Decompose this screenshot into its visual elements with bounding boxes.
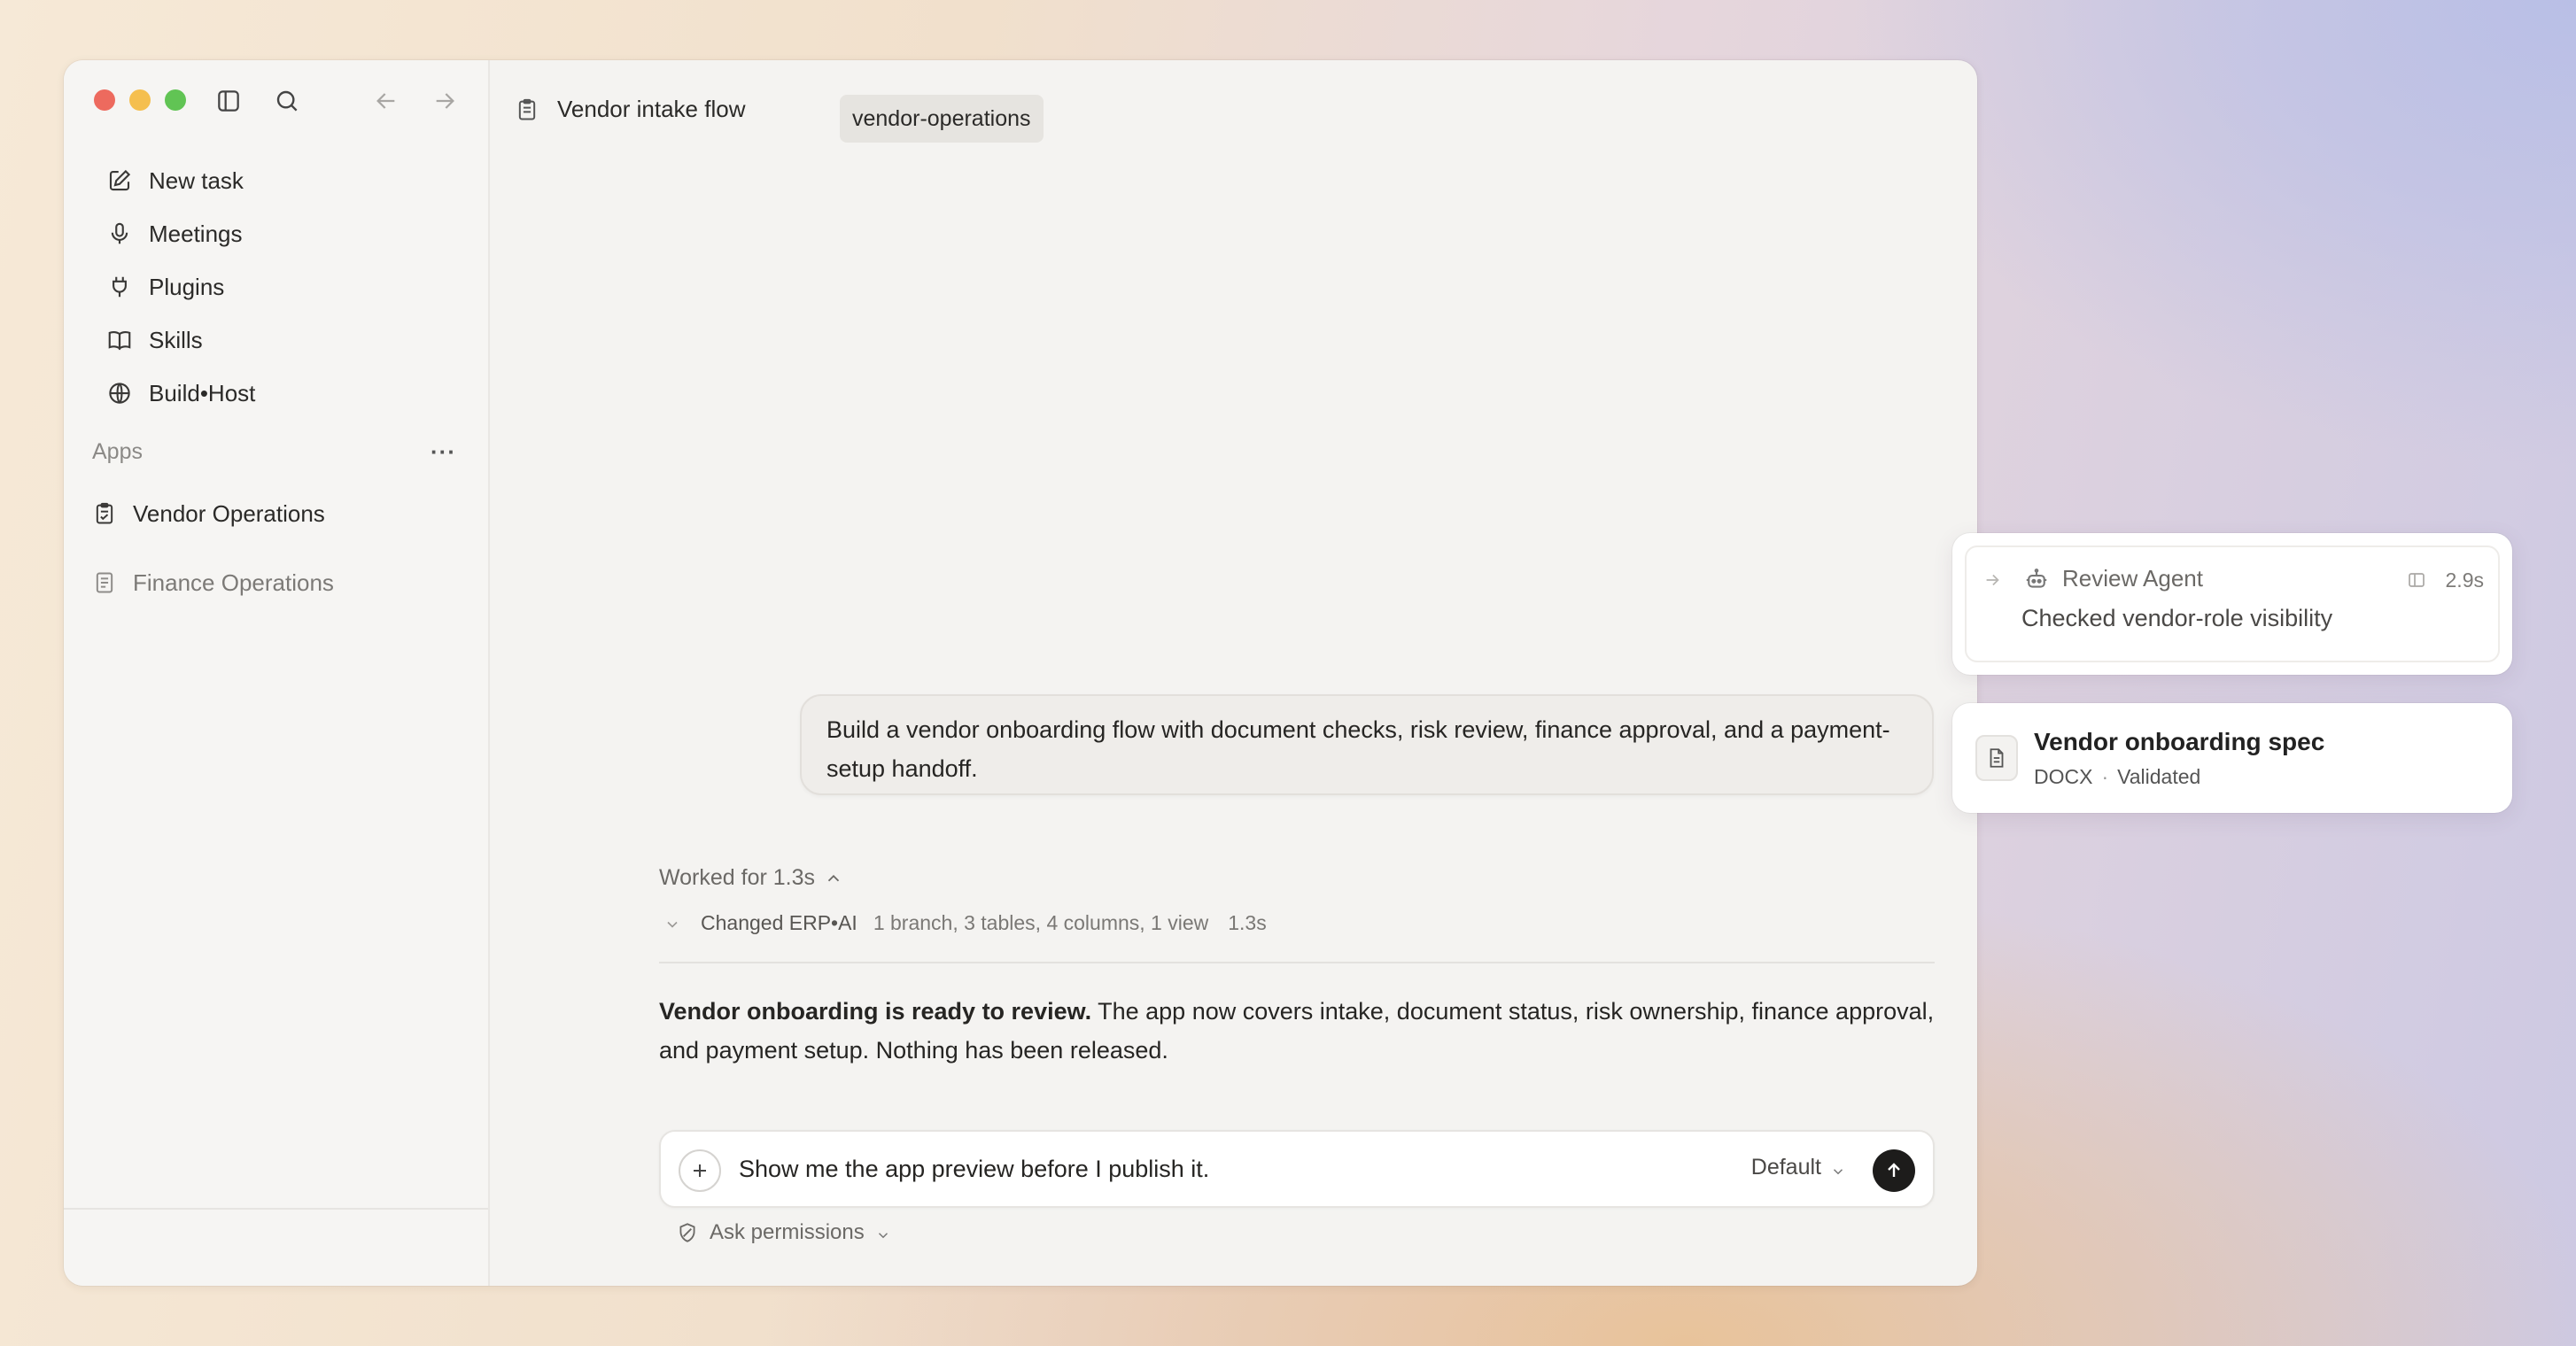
worked-label: Worked for 1.3s — [659, 865, 816, 890]
change-duration: 1.3s — [1228, 911, 1267, 934]
sidebar-nav: New task Meetings Plugins Skills Build•H… — [96, 154, 456, 420]
window-controls — [94, 89, 186, 111]
document-icon — [1975, 735, 2018, 781]
add-attachment-button[interactable] — [679, 1149, 721, 1192]
sidebar-app-vendor-operations[interactable]: Vendor Operations — [92, 489, 456, 538]
sidebar-app-finance-operations[interactable]: Finance Operations — [92, 558, 456, 607]
spec-file-name: Vendor onboarding spec — [2034, 728, 2325, 755]
plug-icon — [106, 274, 133, 300]
sidebar-toggle-icon[interactable] — [214, 87, 243, 115]
conversation-title[interactable]: Vendor intake flow — [557, 96, 745, 123]
send-button[interactable] — [1873, 1149, 1915, 1192]
response-headline: Vendor onboarding is ready to review. — [659, 998, 1092, 1025]
pencil-square-icon — [106, 167, 133, 194]
spec-file-format: DOCX — [2034, 765, 2093, 788]
chevron-down-icon — [663, 915, 681, 932]
close-window-button[interactable] — [94, 89, 115, 111]
message-input[interactable] — [739, 1132, 1713, 1206]
divider — [659, 962, 1935, 963]
arrow-right-icon — [1982, 570, 2002, 590]
spec-file-status: Validated — [2117, 765, 2201, 788]
worked-summary-toggle[interactable]: Worked for 1.3s — [659, 865, 843, 891]
change-meta: 1 branch, 3 tables, 4 columns, 1 view — [873, 911, 1209, 934]
forward-arrow-icon[interactable] — [431, 87, 459, 115]
app-label: Finance Operations — [133, 569, 334, 596]
separator-dot: · — [2101, 765, 2109, 788]
apps-more-icon[interactable]: ··· — [431, 438, 456, 466]
sidebar-item-label: New task — [149, 166, 244, 194]
sidebar-item-label: Plugins — [149, 273, 225, 300]
agent-name: Review Agent — [2062, 565, 2203, 592]
change-name: Changed ERP•AI — [701, 911, 857, 934]
user-message: Build a vendor onboarding flow with docu… — [800, 694, 1934, 795]
sidebar-item-meetings[interactable]: Meetings — [96, 207, 456, 260]
app-label: Vendor Operations — [133, 499, 325, 527]
globe-icon — [106, 380, 133, 406]
review-agent-card-inner: Review Agent 2.9s Checked vendor-role vi… — [1965, 545, 2500, 662]
robot-icon — [2023, 567, 2050, 593]
arrow-up-icon — [1888, 1163, 1900, 1177]
book-icon — [106, 327, 133, 353]
main-panel: Vendor intake flow vendor-operations Bui… — [490, 60, 1977, 1286]
back-arrow-icon[interactable] — [372, 87, 400, 115]
spec-file-card[interactable]: Vendor onboarding spec DOCX · Validated — [1952, 703, 2512, 813]
document-list-icon — [92, 570, 117, 595]
conversation-header: Vendor intake flow vendor-operations — [490, 78, 1977, 143]
message-composer: Default — [659, 1130, 1935, 1208]
sidebar-item-label: Build•Host — [149, 379, 256, 406]
chevron-down-icon — [1830, 1160, 1846, 1176]
mode-selector[interactable]: Default — [1751, 1155, 1846, 1180]
app-window: New task Meetings Plugins Skills Build•H… — [64, 60, 1977, 1286]
agent-duration: 2.9s — [2445, 569, 2484, 592]
apps-heading: Apps — [92, 438, 143, 464]
assistant-response: Vendor onboarding is ready to review. Th… — [659, 992, 1952, 1070]
shield-check-icon — [676, 1221, 699, 1244]
change-summary-row[interactable]: Changed ERP•AI 1 branch, 3 tables, 4 col… — [663, 911, 1267, 935]
minimize-window-button[interactable] — [129, 89, 151, 111]
spec-file-meta: DOCX · Validated — [2034, 765, 2200, 789]
sidebar-footer-divider — [64, 1208, 488, 1210]
agent-description: Checked vendor-role visibility — [2021, 605, 2333, 631]
zoom-window-button[interactable] — [165, 89, 186, 111]
review-agent-card[interactable]: Review Agent 2.9s Checked vendor-role vi… — [1952, 533, 2512, 675]
clipboard-icon — [515, 97, 539, 122]
plus-icon — [694, 1164, 706, 1177]
search-icon[interactable] — [273, 87, 301, 115]
sidebar-item-skills[interactable]: Skills — [96, 313, 456, 367]
sidebar-item-label: Meetings — [149, 220, 243, 247]
chevron-down-icon — [875, 1225, 891, 1241]
sidebar-item-build-host[interactable]: Build•Host — [96, 367, 456, 420]
sidebar: New task Meetings Plugins Skills Build•H… — [64, 60, 490, 1286]
chevron-up-icon — [824, 869, 843, 888]
microphone-icon — [106, 220, 133, 247]
sidebar-item-plugins[interactable]: Plugins — [96, 260, 456, 313]
apps-section-header: Apps ··· — [92, 432, 456, 471]
permissions-selector[interactable]: Ask permissions — [676, 1220, 891, 1245]
mode-label: Default — [1750, 1155, 1821, 1180]
permissions-label: Ask permissions — [710, 1220, 865, 1244]
sidebar-item-label: Skills — [149, 326, 203, 353]
panel-icon — [2406, 569, 2427, 591]
sidebar-item-new-task[interactable]: New task — [96, 154, 456, 207]
clipboard-check-icon — [92, 501, 117, 526]
project-tag[interactable]: vendor-operations — [840, 95, 1044, 143]
